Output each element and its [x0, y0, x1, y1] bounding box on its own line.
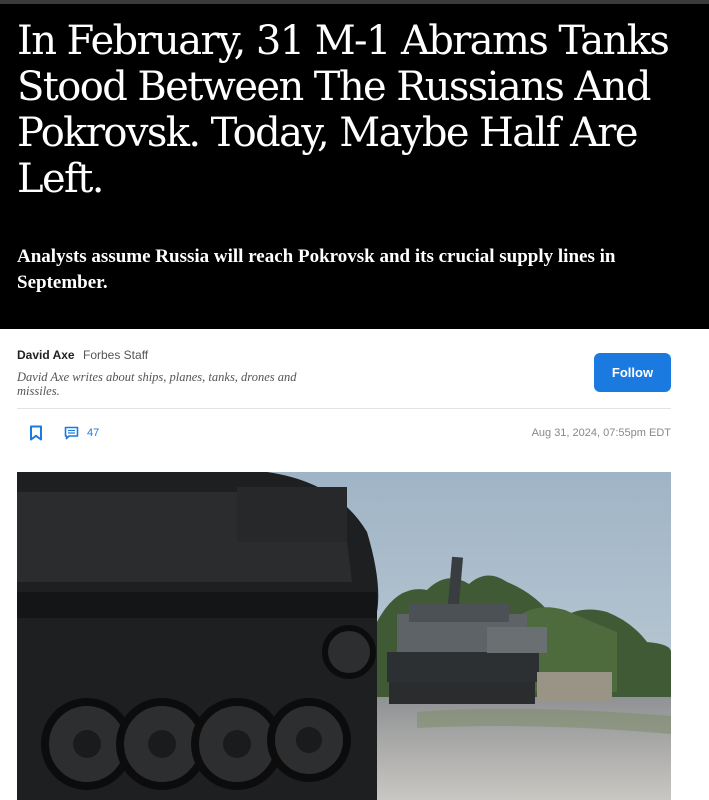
author-role: Forbes Staff: [83, 348, 149, 362]
comment-count[interactable]: 47: [87, 427, 99, 439]
publish-timestamp: Aug 31, 2024, 07:55pm EDT: [531, 427, 671, 439]
follow-button[interactable]: Follow: [594, 353, 671, 392]
article-subheadline: Analysts assume Russia will reach Pokrov…: [17, 246, 616, 293]
author-bio: David Axe writes about ships, planes, ta…: [17, 370, 297, 398]
article-hero: In February, 31 M-1 Abrams Tanks Stood B…: [0, 0, 709, 329]
article-lead-photo: [17, 472, 671, 800]
article-headline: In February, 31 M-1 Abrams Tanks Stood B…: [17, 18, 670, 202]
bookmark-icon[interactable]: [29, 425, 43, 441]
divider: [17, 408, 671, 409]
author-name[interactable]: David Axe: [17, 348, 75, 362]
comment-icon[interactable]: [64, 426, 79, 440]
